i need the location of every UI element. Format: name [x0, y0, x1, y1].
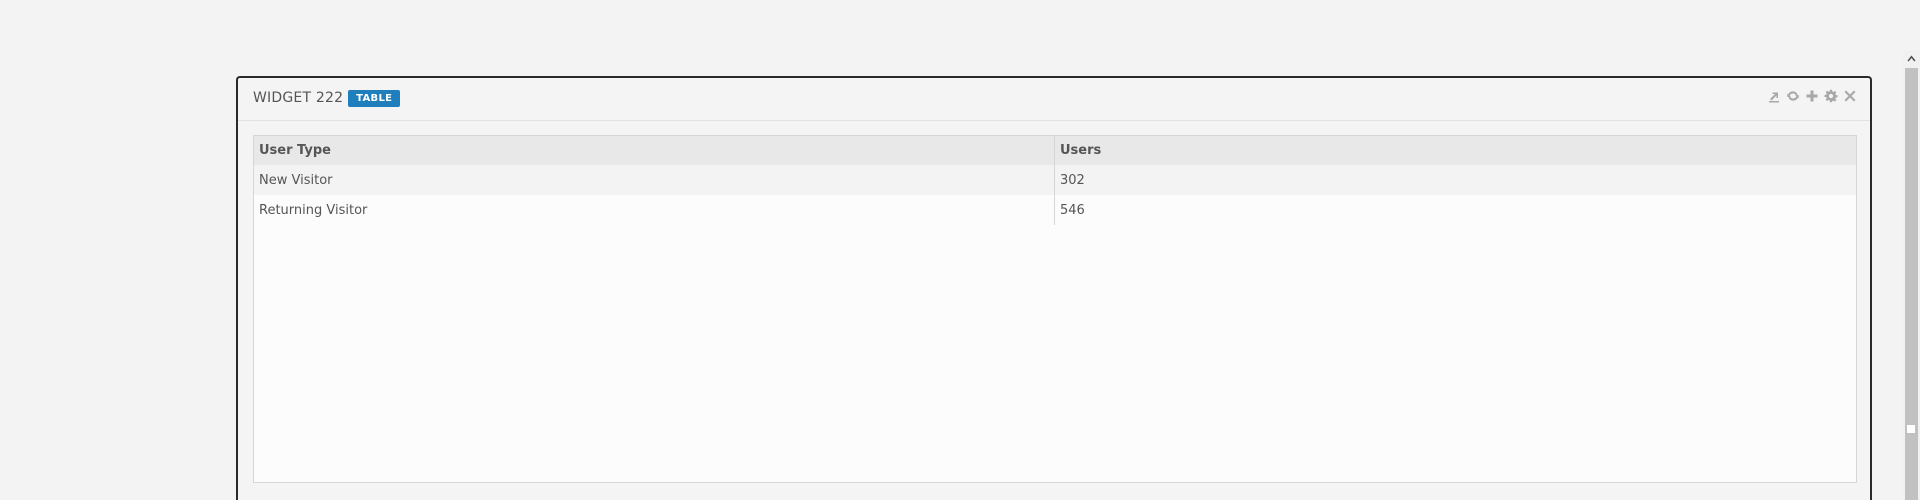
table-row: Returning Visitor 546 — [254, 195, 1856, 225]
widget-title: WIDGET 222 — [253, 90, 344, 106]
plus-icon[interactable] — [1804, 88, 1819, 103]
table-row: New Visitor 302 — [254, 165, 1856, 195]
data-table: User Type Users New Visitor 302 Returnin… — [254, 136, 1856, 225]
export-icon[interactable] — [1766, 88, 1781, 103]
scroll-up-button[interactable] — [1903, 50, 1920, 67]
table-cell-user-type: New Visitor — [254, 165, 1055, 195]
close-icon[interactable] — [1842, 88, 1857, 103]
table-header-row: User Type Users — [254, 136, 1856, 165]
table-widget: WIDGET 222 TABLE User Type Users New Vis… — [236, 76, 1872, 500]
chevron-up-icon — [1907, 55, 1916, 62]
table-cell-users: 546 — [1054, 195, 1856, 225]
refresh-icon[interactable] — [1785, 88, 1800, 103]
page: WIDGET 222 TABLE User Type Users New Vis… — [0, 0, 1920, 500]
column-header-user-type[interactable]: User Type — [254, 136, 1055, 165]
data-table-container: User Type Users New Visitor 302 Returnin… — [253, 135, 1857, 483]
table-cell-user-type: Returning Visitor — [254, 195, 1055, 225]
scrollbar-marker — [1907, 425, 1915, 433]
gear-icon[interactable] — [1823, 88, 1838, 103]
vertical-scrollbar[interactable] — [1903, 50, 1920, 500]
column-header-users[interactable]: Users — [1054, 136, 1856, 165]
widget-title-area: WIDGET 222 TABLE — [253, 90, 401, 107]
table-cell-users: 302 — [1054, 165, 1856, 195]
widget-type-badge: TABLE — [348, 90, 401, 107]
scrollbar-thumb[interactable] — [1905, 68, 1918, 500]
widget-header: WIDGET 222 TABLE — [238, 78, 1870, 121]
widget-toolbar — [1766, 88, 1857, 103]
